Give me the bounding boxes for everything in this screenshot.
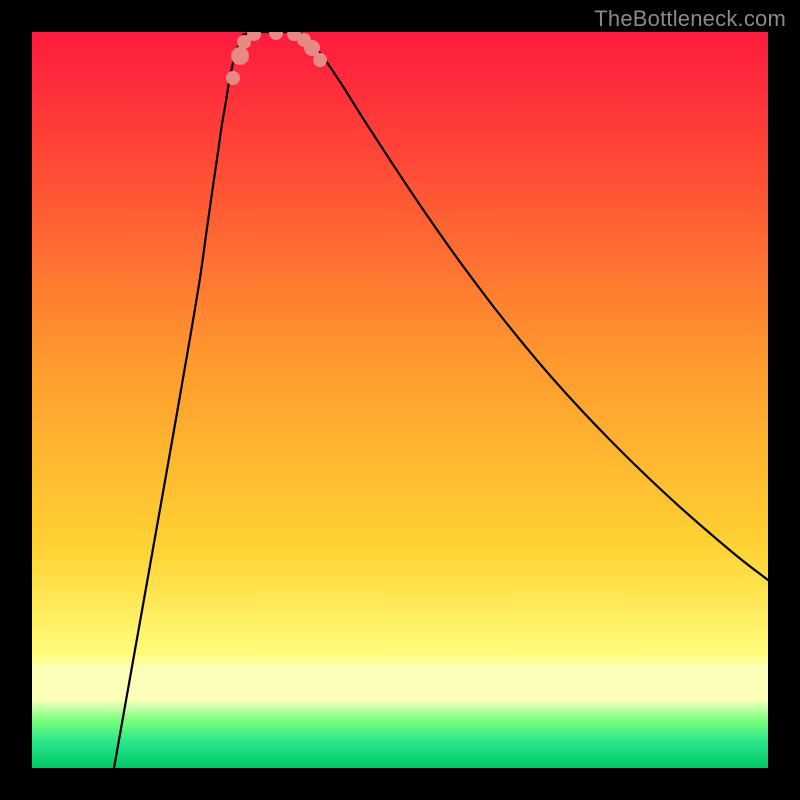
gradient-background [32,32,768,768]
frame: TheBottleneck.com [0,0,800,800]
bottleneck-chart [32,32,768,768]
curve-marker [231,47,249,65]
watermark-text: TheBottleneck.com [594,6,786,32]
curve-marker [313,53,327,67]
curve-marker [226,71,240,85]
